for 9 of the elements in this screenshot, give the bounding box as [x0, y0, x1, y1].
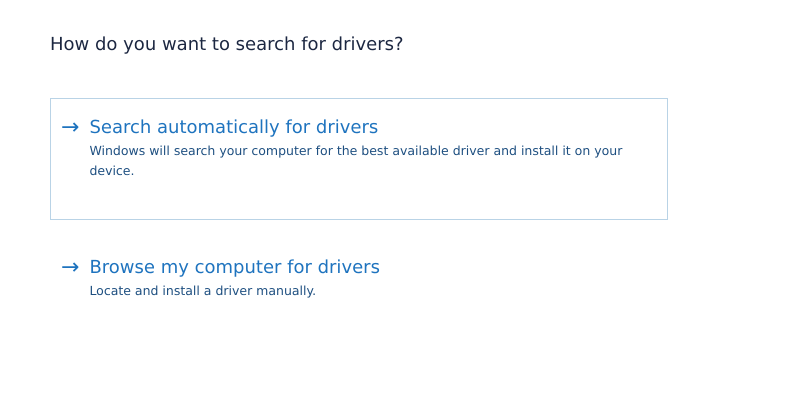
option-title: Browse my computer for drivers	[89, 256, 381, 280]
arrow-icon: →	[61, 255, 80, 343]
option-description: Windows will search your computer for the best available driver and install it on your device.	[89, 142, 624, 180]
option-title: Search automatically for drivers	[89, 116, 380, 140]
arrow-icon: →	[61, 115, 80, 203]
option-link[interactable]: → Browse my computer for drivers Locate and install a driver manually.	[50, 238, 668, 360]
page-heading: How do you want to search for drivers?	[50, 34, 405, 57]
option-link[interactable]: → Search automatically for drivers Windows will search your computer for the best available driver and install it on your device.	[50, 98, 668, 220]
option-description: Locate and install a driver manually.	[89, 282, 318, 300]
